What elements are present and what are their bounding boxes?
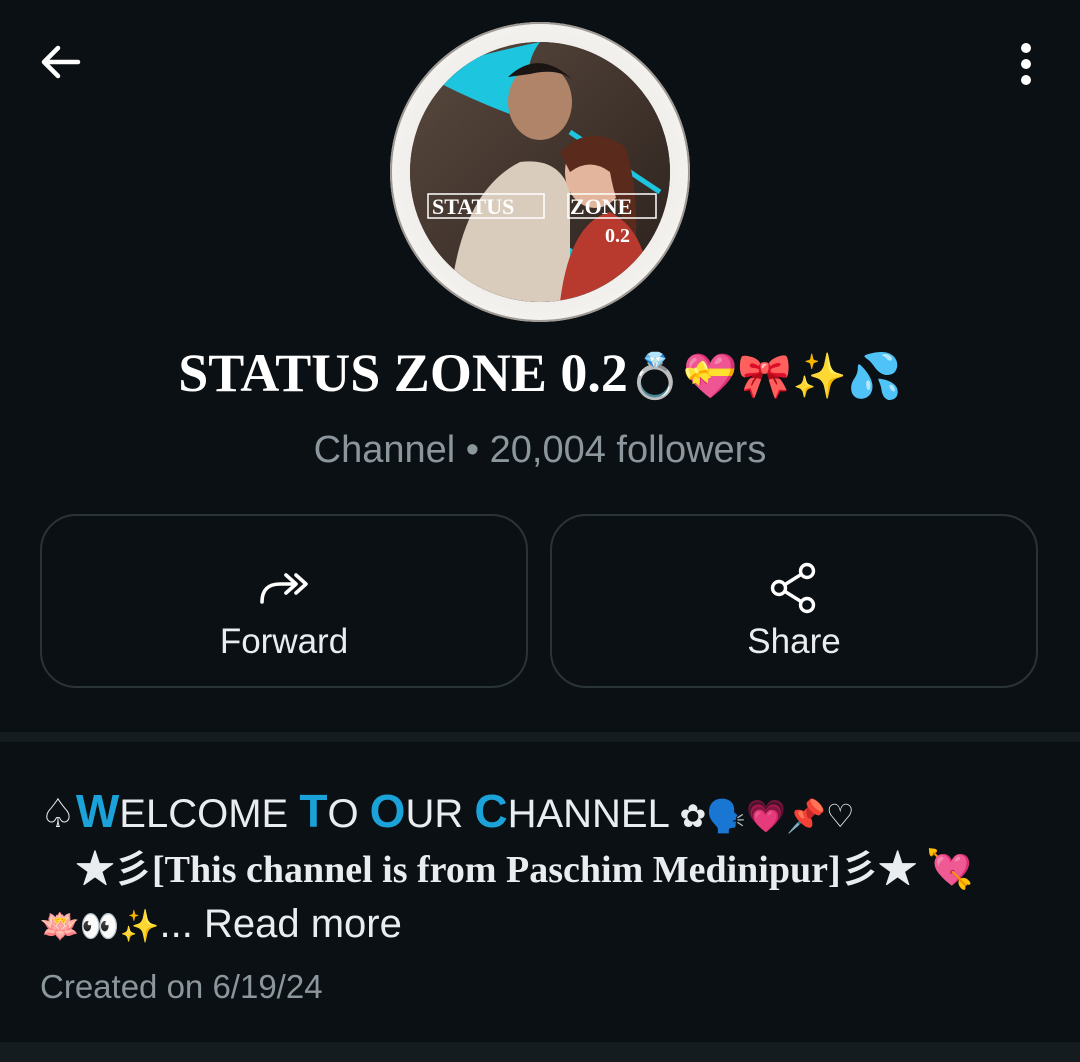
word-rest: HANNEL bbox=[507, 792, 680, 836]
channel-description-section: ♤WELCOME TO OUR CHANNEL ✿🗣️💗📌♡ ★彡[This c… bbox=[0, 742, 1080, 1042]
back-button[interactable] bbox=[28, 34, 92, 90]
svg-text:0.2: 0.2 bbox=[605, 225, 630, 247]
channel-header: STATUS ZONE 0.2 STATUS ZONE 0.2💍💝🎀✨💦 Cha… bbox=[0, 0, 1080, 732]
arrow-left-icon bbox=[41, 45, 81, 79]
description-line-3: 🪷👀✨... Read more bbox=[40, 897, 1050, 953]
description-line-1: ♤WELCOME TO OUR CHANNEL ✿🗣️💗📌♡ bbox=[40, 784, 1050, 843]
forward-label: Forward bbox=[219, 622, 349, 661]
more-options-button[interactable] bbox=[996, 34, 1056, 94]
avatar-image: STATUS ZONE 0.2 bbox=[410, 42, 670, 302]
created-date: Created on 6/19/24 bbox=[40, 968, 323, 1005]
svg-text:STATUS: STATUS bbox=[432, 194, 514, 219]
section-divider bbox=[0, 732, 1080, 742]
share-icon bbox=[766, 560, 822, 616]
word-rest: UR bbox=[405, 792, 475, 836]
forward-button[interactable]: Forward bbox=[40, 514, 528, 688]
word-rest: O bbox=[327, 792, 370, 836]
description-line-2: ★彡[This channel is from Paschim Medinipu… bbox=[76, 849, 974, 891]
share-button[interactable]: Share bbox=[550, 514, 1038, 688]
cap-letter: C bbox=[474, 785, 508, 837]
channel-description[interactable]: ♤WELCOME TO OUR CHANNEL ✿🗣️💗📌♡ ★彡[This c… bbox=[40, 784, 1050, 953]
bottom-divider bbox=[0, 1042, 1080, 1062]
forward-icon bbox=[256, 560, 312, 616]
line3-emojis: 🪷👀✨ bbox=[40, 907, 160, 945]
read-more-link[interactable]: ... Read more bbox=[160, 902, 402, 946]
more-vertical-icon bbox=[1021, 43, 1031, 85]
cap-letter: O bbox=[369, 785, 406, 837]
channel-avatar[interactable]: STATUS ZONE 0.2 bbox=[390, 22, 690, 322]
channel-name-text: STATUS ZONE 0.2 bbox=[178, 343, 628, 403]
cap-letter: W bbox=[75, 785, 120, 837]
channel-name: STATUS ZONE 0.2💍💝🎀✨💦 bbox=[0, 338, 1080, 412]
channel-name-emojis: 💍💝🎀✨💦 bbox=[627, 351, 902, 402]
line1-emojis: ✿🗣️💗📌♡ bbox=[679, 797, 855, 835]
svg-text:ZONE: ZONE bbox=[570, 194, 632, 219]
cap-letter: T bbox=[299, 785, 328, 837]
channel-meta: Channel • 20,004 followers bbox=[313, 429, 767, 471]
share-label: Share bbox=[747, 622, 841, 661]
word-rest: ELCOME bbox=[119, 792, 300, 836]
spade-symbol: ♤ bbox=[40, 792, 76, 836]
